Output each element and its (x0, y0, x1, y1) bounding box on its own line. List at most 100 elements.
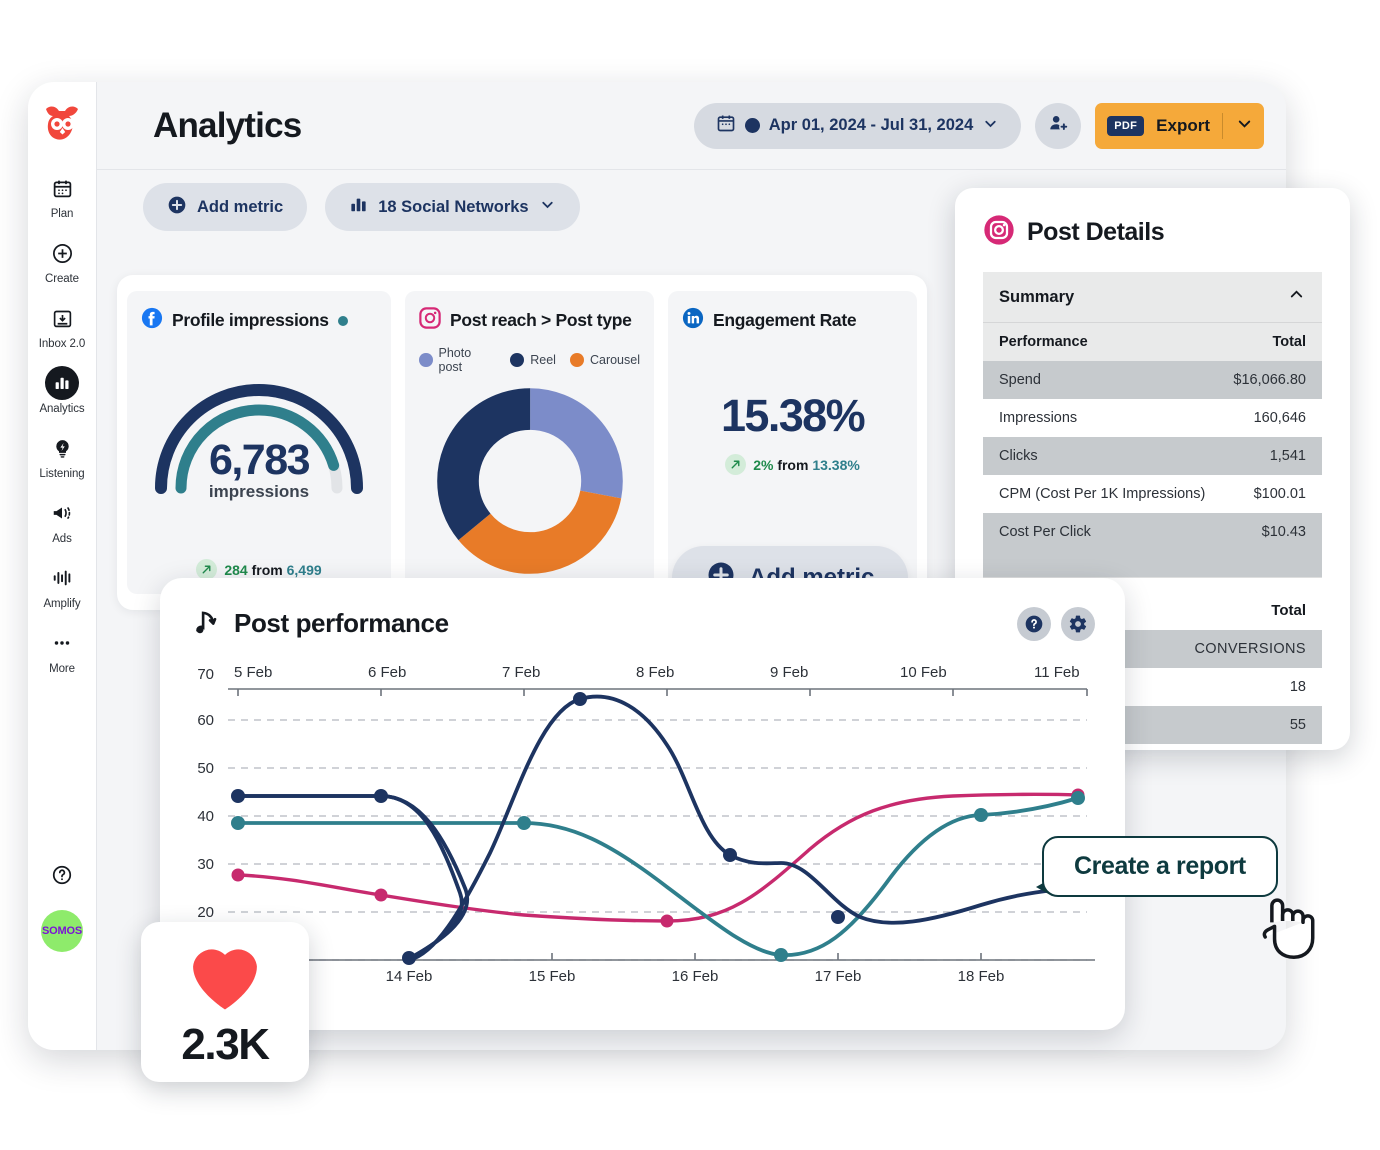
heart-icon (182, 935, 268, 1018)
calendar-icon (45, 171, 79, 205)
page-title: Analytics (153, 105, 302, 145)
delta-mid: from (777, 456, 809, 473)
trend-up-icon (196, 559, 218, 580)
card-header: Profile impressions (141, 307, 377, 334)
delta-indicator: 284 from 6,499 (127, 559, 391, 580)
card-title: Profile impressions (172, 310, 329, 330)
social-networks-label: 18 Social Networks (378, 197, 529, 216)
add-metric-button[interactable]: Add metric (143, 183, 308, 231)
svg-text:14 Feb: 14 Feb (386, 968, 433, 985)
sidebar-item-label: Inbox 2.0 (38, 338, 86, 350)
screenshot-root: Plan Create Inbox 2.0 Analytics Listenin… (0, 0, 1380, 1150)
delta-previous: 6,499 (286, 561, 322, 578)
svg-text:30: 30 (197, 856, 214, 873)
donut-chart (419, 386, 640, 576)
export-button[interactable]: PDF Export (1095, 102, 1264, 149)
svg-text:7 Feb: 7 Feb (502, 664, 540, 681)
delta-previous: 13.38% (812, 456, 860, 473)
delta-mid: from (251, 561, 283, 578)
bar-chart-icon (349, 195, 368, 219)
social-networks-dropdown[interactable]: 18 Social Networks (325, 183, 580, 231)
donut-legend: Photo post Reel Carousel (419, 346, 640, 374)
ellipsis-icon (45, 626, 79, 660)
header-actions: Apr 01, 2024 - Jul 31, 2024 PDF Export (693, 102, 1264, 149)
sidebar-item-label: Plan (50, 208, 74, 220)
summary-accordion-toggle[interactable]: Summary (983, 272, 1322, 322)
sidebar-item-plan[interactable]: Plan (28, 171, 96, 220)
post-performance-title: Post performance (234, 608, 449, 638)
create-report-tooltip[interactable]: Create a report (1042, 836, 1278, 897)
svg-text:11 Feb: 11 Feb (1034, 664, 1080, 681)
avatar[interactable]: SOMOS (41, 910, 83, 952)
table-row: Clicks 1,541 (983, 437, 1322, 475)
chevron-down-icon (982, 115, 999, 137)
inbox-icon (45, 301, 79, 335)
table-row: CPM (Cost Per 1K Impressions) $100.01 (983, 475, 1322, 513)
gear-icon[interactable] (1061, 606, 1095, 641)
network-dot-icon (744, 118, 760, 133)
chevron-down-icon (539, 196, 556, 218)
sidebar-item-create[interactable]: Create (28, 236, 96, 285)
svg-text:18 Feb: 18 Feb (958, 968, 1005, 985)
card-title: Engagement Rate (713, 310, 857, 330)
row-label: Impressions (999, 410, 1078, 426)
sidebar-item-more[interactable]: More (28, 626, 96, 675)
column-header-total: Total (1271, 602, 1306, 619)
metric-card-profile-impressions[interactable]: Profile impressions 6,783 impressions 28… (127, 291, 391, 594)
delta-indicator: 2% from 13.38% (682, 454, 903, 475)
linkedin-icon (682, 307, 704, 334)
chevron-down-icon[interactable] (1235, 114, 1254, 138)
card-title: Post reach > Post type (450, 310, 632, 330)
sidebar-nav-list: Plan Create Inbox 2.0 Analytics Listenin… (28, 171, 96, 691)
sidebar-item-label: More (49, 663, 75, 675)
sidebar-item-label: Listening (39, 468, 85, 480)
svg-text:8 Feb: 8 Feb (636, 664, 674, 681)
delta-text: 284 from 6,499 (224, 562, 321, 578)
avatar-label: SOMOS (42, 925, 82, 937)
row-label: Clicks (999, 448, 1038, 464)
likes-count: 2.3K (181, 1019, 270, 1069)
legend-label: Carousel (589, 353, 640, 367)
table-row: Cost Per Click $10.43 (983, 513, 1322, 551)
metric-card-post-reach[interactable]: Post reach > Post type Photo post Reel C… (405, 291, 654, 594)
bar-chart-icon (45, 366, 79, 400)
summary-label: Summary (999, 287, 1075, 306)
legend-swatch (569, 353, 584, 367)
row-value: $100.01 (1253, 486, 1306, 502)
svg-text:16 Feb: 16 Feb (672, 968, 719, 985)
row-value: 55 (1289, 717, 1306, 733)
panel-actions (1017, 606, 1095, 641)
add-user-button[interactable] (1035, 102, 1082, 149)
table-row: Impressions 160,646 (983, 399, 1322, 437)
sidebar-item-inbox[interactable]: Inbox 2.0 (28, 301, 96, 350)
row-label: Cost Per Click (999, 524, 1091, 540)
app-header: Analytics Apr 01, 2024 - Jul 31, 2024 PD… (97, 82, 1286, 170)
gauge-unit: impressions (208, 482, 310, 501)
plus-circle-icon (45, 236, 79, 270)
sidebar-item-label: Ads (52, 533, 72, 545)
delta-text: 2% from 13.38% (753, 457, 860, 473)
sidebar-item-analytics[interactable]: Analytics (28, 366, 96, 415)
help-circle-icon[interactable] (45, 858, 79, 892)
delta-value: 2% (753, 456, 774, 473)
help-circle-icon[interactable] (1017, 606, 1051, 641)
sidebar-item-amplify[interactable]: Amplify (28, 561, 96, 610)
svg-text:50: 50 (197, 760, 214, 777)
hootsuite-owl-logo[interactable] (38, 99, 86, 147)
date-range-picker[interactable]: Apr 01, 2024 - Jul 31, 2024 (693, 102, 1022, 149)
trend-up-icon (725, 454, 747, 475)
sidebar-item-listening[interactable]: Listening (28, 431, 96, 480)
table-header-row: Performance Total (983, 322, 1322, 361)
sidebar-item-ads[interactable]: Ads (28, 496, 96, 545)
pdf-tag: PDF (1107, 115, 1145, 136)
chevron-up-icon (1287, 285, 1306, 309)
svg-text:70: 70 (197, 666, 214, 683)
svg-text:6 Feb: 6 Feb (368, 664, 406, 681)
megaphone-icon (45, 496, 79, 530)
card-header: Engagement Rate (682, 307, 903, 334)
plus-circle-icon (167, 195, 187, 220)
date-range-label: Apr 01, 2024 - Jul 31, 2024 (768, 116, 974, 134)
engagement-rate-value: 15.38% (720, 390, 866, 441)
legend-label: Reel (530, 353, 556, 367)
svg-text:40: 40 (197, 808, 214, 825)
